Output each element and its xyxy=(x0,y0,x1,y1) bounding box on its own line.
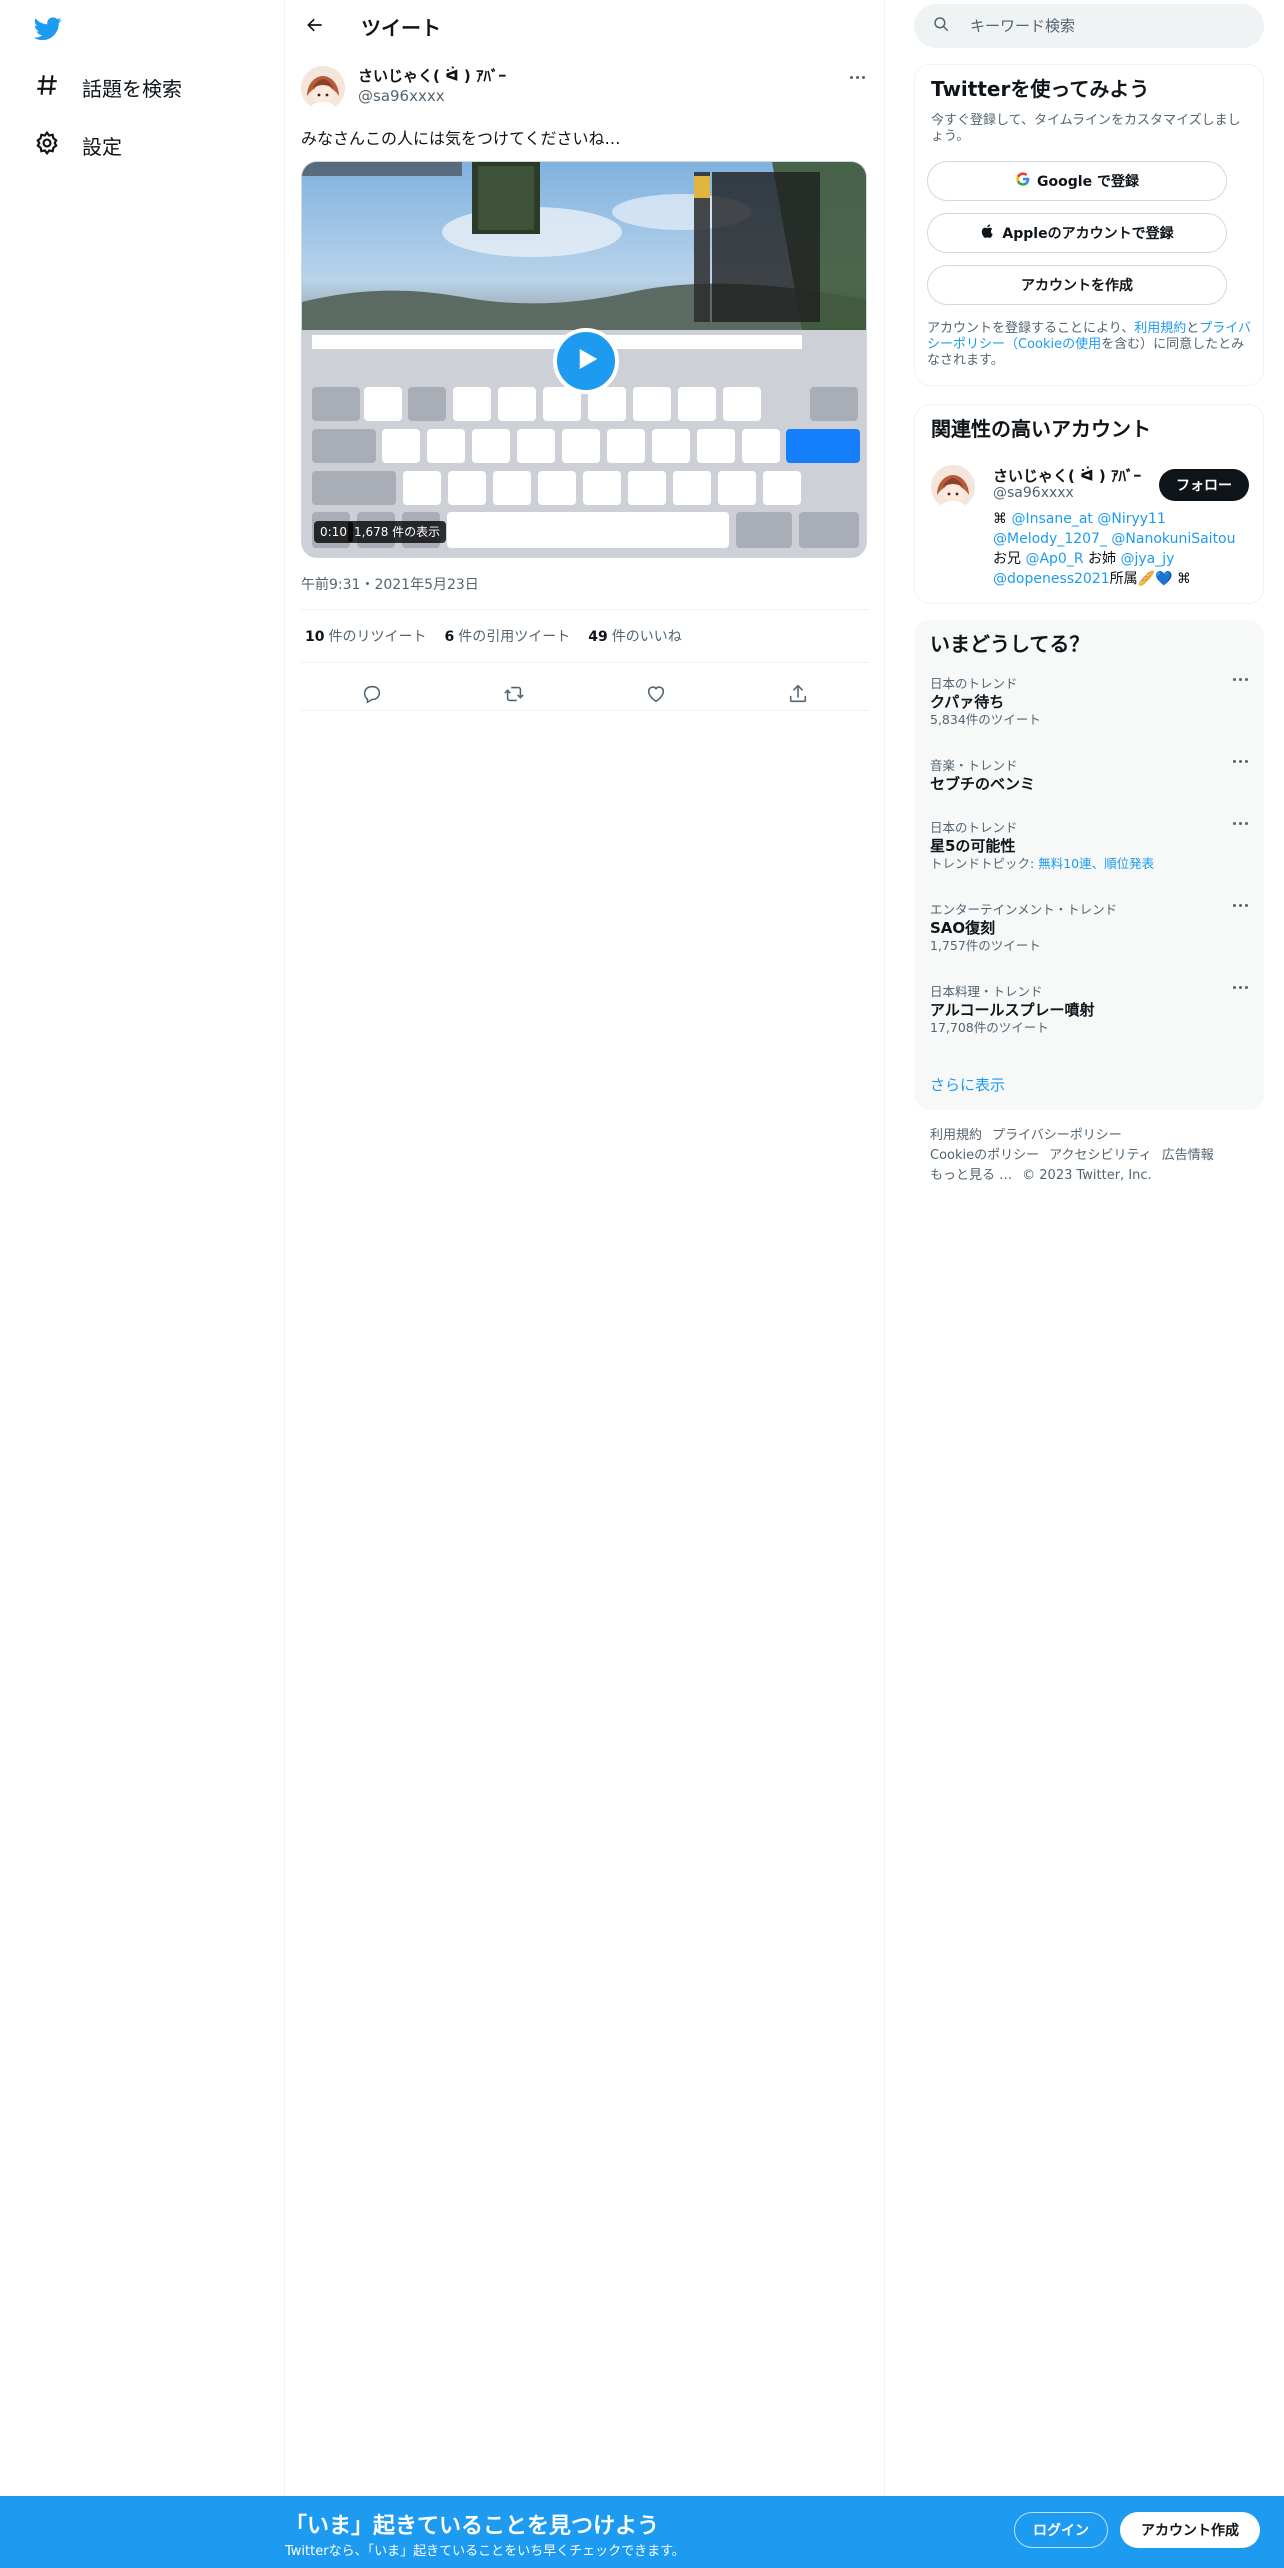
relevant-accounts-card: 関連性の高いアカウント さいじゃく( ᐛ ) ｱﾊﾞｰ @sa96xxxx フォ… xyxy=(914,404,1264,604)
author-handle: @sa96xxxx xyxy=(358,87,445,105)
copyright: © 2023 Twitter, Inc. xyxy=(1022,1168,1152,1183)
main-column: ツイート さいじゃく( ᐛ ) ｱﾊﾞｰ @sa96xxxx みなさんこの人には… xyxy=(285,0,885,2568)
mention-link[interactable]: @dopeness2021 xyxy=(993,571,1110,587)
relevant-account-name[interactable]: さいじゃく( ᐛ ) ｱﾊﾞｰ xyxy=(993,465,1141,486)
retweet-icon xyxy=(503,683,525,709)
play-button[interactable] xyxy=(553,328,619,394)
create-account-button[interactable]: アカウントを作成 xyxy=(927,265,1227,305)
search-bar[interactable] xyxy=(914,4,1264,48)
follow-button[interactable]: フォロー xyxy=(1159,469,1249,501)
mention-link[interactable]: @Niryy11 xyxy=(1097,511,1166,527)
more-options-icon[interactable] xyxy=(1233,760,1248,763)
retweet-button[interactable] xyxy=(496,678,532,714)
footer-more-link[interactable]: もっと見る … xyxy=(930,1168,1012,1183)
relevant-title: 関連性の高いアカウント xyxy=(931,417,1151,441)
like-stat[interactable]: 49 件のいいね xyxy=(588,626,681,646)
mention-link[interactable]: @jya_jy xyxy=(1120,551,1174,567)
twitter-bird-icon[interactable] xyxy=(32,14,64,42)
footer-terms-link[interactable]: 利用規約 xyxy=(930,1128,982,1143)
nav-explore[interactable]: 話題を検索 xyxy=(24,61,196,113)
divider xyxy=(301,662,869,663)
tweet-stats: 10 件のリツイート 6 件の引用ツイート 49 件のいいね xyxy=(305,626,682,646)
video-view-count: 1,678 件の表示 xyxy=(348,521,447,543)
relevant-account-handle: @sa96xxxx xyxy=(993,485,1074,501)
nav-explore-label: 話題を検索 xyxy=(82,76,182,101)
mention-link[interactable]: @NanokuniSaitou xyxy=(1111,531,1235,547)
more-options-icon[interactable] xyxy=(1233,904,1248,907)
banner-subtitle: Twitterなら、「いま」起きていることをいち早くチェックできます。 xyxy=(285,2544,685,2559)
mention-link[interactable]: @Ap0_R xyxy=(1025,551,1083,567)
trends-title: いまどうしてる？ xyxy=(930,632,1090,656)
more-options-icon[interactable] xyxy=(845,68,869,86)
hashtag-icon xyxy=(34,72,60,102)
search-input[interactable] xyxy=(970,17,1250,35)
apple-icon xyxy=(980,223,1002,243)
retweet-stat[interactable]: 10 件のリツイート xyxy=(305,626,426,646)
footer-cookie-link[interactable]: Cookieのポリシー xyxy=(930,1148,1039,1163)
terms-link[interactable]: 利用規約 xyxy=(1134,321,1186,336)
trend-item[interactable]: エンターテインメント・トレンド SAO復刻 1,757件のツイート xyxy=(930,902,1248,954)
play-icon xyxy=(571,344,601,378)
share-button[interactable] xyxy=(780,678,816,714)
tweet-author[interactable]: さいじゃく( ᐛ ) ｱﾊﾞｰ @sa96xxxx xyxy=(358,66,506,106)
show-more-link[interactable]: さらに表示 xyxy=(930,1074,1005,1095)
page-title: ツイート xyxy=(361,16,441,40)
google-signup-button[interactable]: Google で登録 xyxy=(927,161,1227,201)
tweet-timestamp[interactable]: 午前9:31・2021年5月23日 xyxy=(301,574,479,594)
mention-link[interactable]: @Melody_1207_ xyxy=(993,531,1107,547)
more-options-icon[interactable] xyxy=(1233,986,1248,989)
reply-icon xyxy=(361,683,383,709)
trend-item[interactable]: 日本のトレンド クパァ待ち 5,834件のツイート xyxy=(930,676,1248,728)
signup-subtitle: 今すぐ登録して、タイムラインをカスタマイズしましょう。 xyxy=(931,113,1241,144)
footer-links: 利用規約 プライバシーポリシー Cookieのポリシー アクセシビリティ 広告情報 も… xyxy=(930,1126,1250,1186)
tweet-video[interactable]: 0:10 1,678 件の表示 xyxy=(301,161,867,558)
apple-signup-button[interactable]: Appleのアカウントで登録 xyxy=(927,213,1227,253)
signup-legal-text: アカウントを登録することにより、利用規約とプライバシーポリシー（Cookieの使… xyxy=(927,321,1252,368)
back-button[interactable] xyxy=(297,9,333,45)
signup-title: Twitterを使ってみよう xyxy=(931,77,1150,101)
share-icon xyxy=(787,683,809,709)
search-icon xyxy=(914,15,950,37)
signup-button[interactable]: アカウント作成 xyxy=(1120,2512,1260,2548)
relevant-account-bio: ⌘ @Insane_at @Niryy11 @Melody_1207_ @Nan… xyxy=(993,511,1236,587)
more-options-icon[interactable] xyxy=(1233,678,1248,681)
divider xyxy=(301,609,869,610)
nav-settings-label: 設定 xyxy=(82,134,122,159)
reply-button[interactable] xyxy=(354,678,390,714)
gear-icon xyxy=(34,130,60,160)
author-name: さいじゃく( ᐛ ) ｱﾊﾞｰ xyxy=(358,67,506,85)
signup-card: Twitterを使ってみよう 今すぐ登録して、タイムラインをカスタマイズしましょ… xyxy=(914,64,1264,386)
signup-banner: 「いま」起きていることを見つけよう Twitterなら、「いま」起きていることを… xyxy=(0,2496,1284,2568)
arrow-left-icon xyxy=(305,15,325,39)
relevant-account-avatar[interactable] xyxy=(931,465,975,509)
left-navigation: 話題を検索 設定 xyxy=(0,0,285,2568)
nav-settings[interactable]: 設定 xyxy=(24,119,136,171)
like-button[interactable] xyxy=(638,678,674,714)
trend-item[interactable]: 日本のトレンド 星5の可能性 トレンドトピック: 無料10連、順位発表 xyxy=(930,820,1248,872)
footer-accessibility-link[interactable]: アクセシビリティ xyxy=(1049,1148,1152,1163)
heart-icon xyxy=(645,683,667,709)
trend-item[interactable]: 日本料理・トレンド アルコールスプレー噴射 17,708件のツイート xyxy=(930,984,1248,1036)
login-button[interactable]: ログイン xyxy=(1014,2512,1108,2548)
more-options-icon[interactable] xyxy=(1233,822,1248,825)
footer-privacy-link[interactable]: プライバシーポリシー xyxy=(992,1128,1122,1143)
trend-topic-link[interactable]: 無料10連、順位発表 xyxy=(1038,856,1154,871)
tweet-text: みなさんこの人には気をつけてくださいね… xyxy=(301,129,621,148)
author-avatar[interactable] xyxy=(301,66,345,110)
footer-ads-link[interactable]: 広告情報 xyxy=(1162,1148,1214,1163)
trends-card: いまどうしてる？ 日本のトレンド クパァ待ち 5,834件のツイート 音楽・トレ… xyxy=(914,620,1264,1110)
quote-stat[interactable]: 6 件の引用ツイート xyxy=(444,626,570,646)
google-icon xyxy=(1015,171,1037,191)
banner-title: 「いま」起きていることを見つけよう xyxy=(285,2514,660,2539)
mention-link[interactable]: @Insane_at xyxy=(1011,511,1092,527)
divider xyxy=(301,710,869,711)
tweet-actions xyxy=(301,671,869,721)
trend-item[interactable]: 音楽・トレンド セブチのベンミ xyxy=(930,758,1248,794)
main-header: ツイート xyxy=(285,0,885,53)
